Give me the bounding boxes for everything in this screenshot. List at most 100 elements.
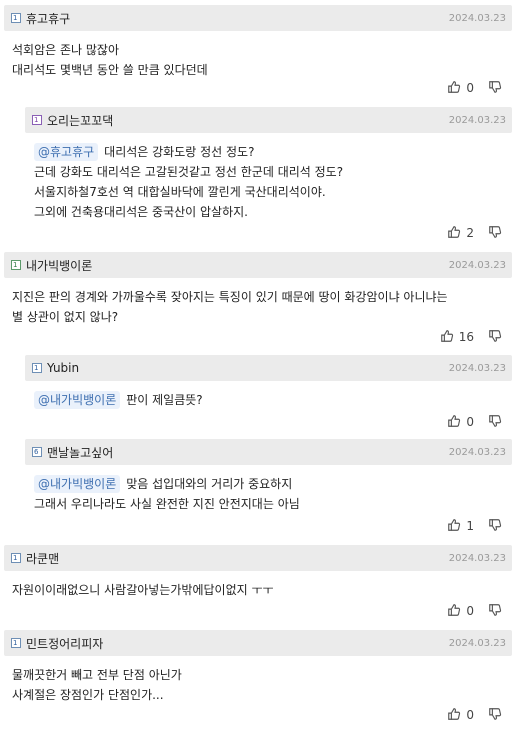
thumbs-down-icon	[488, 518, 502, 535]
thumbs-down-icon	[488, 329, 502, 346]
mention-link[interactable]: @휴고휴구	[34, 143, 99, 161]
like-count: 0	[466, 415, 474, 429]
dislike-button[interactable]	[488, 603, 502, 620]
comment-header: 1 라쿤맨 2024.03.23	[4, 545, 512, 571]
comment-text: 판이 제일큼뜻?	[126, 393, 203, 407]
level-number: 1	[34, 116, 39, 124]
like-button[interactable]: 0	[447, 80, 488, 97]
comment-line: 서울지하철7호선 역 대합실바닥에 깔린게 국산대리석이야.	[34, 185, 326, 199]
dislike-button[interactable]	[488, 329, 502, 346]
thumbs-up-icon	[447, 225, 461, 242]
comment-actions: 0	[447, 76, 512, 100]
level-number: 1	[13, 639, 18, 647]
comment-line: 지진은 판의 경계와 가까울수록 잦아지는 특징이 있기 때문에 땅이 화강암이…	[12, 290, 448, 304]
comment: 1 민트정어리피자 2024.03.23 물깨끗한거 빼고 전부 단점 아닌가사계절은…	[4, 630, 512, 722]
comment-body: 지진은 판의 경계와 가까울수록 잦아지는 특징이 있기 때문에 땅이 화강암이…	[4, 278, 512, 327]
author-nickname[interactable]: 맨날놀고싶어	[47, 444, 113, 461]
level-badge-icon: 1	[11, 13, 21, 23]
comment-actions: 16	[440, 325, 512, 349]
author-nickname[interactable]: 휴고휴구	[26, 10, 70, 27]
author-nickname[interactable]: 오리는꼬꼬댁	[47, 112, 113, 129]
like-button[interactable]: 0	[447, 414, 488, 431]
like-button[interactable]: 16	[440, 329, 488, 346]
comment-header: 1 내가빅뱅이론 2024.03.23	[4, 252, 512, 278]
comment-date: 2024.03.23	[448, 446, 506, 458]
comment-header: 1 오리는꼬꼬댁 2024.03.23	[25, 107, 512, 133]
comment-header: 6 맨날놀고싶어 2024.03.23	[25, 439, 512, 465]
dislike-button[interactable]	[488, 80, 502, 97]
comment-line: 근데 강화도 대리석은 고갈된것같고 정선 한군데 대리석 정도?	[34, 165, 344, 179]
comment-date: 2024.03.23	[448, 637, 506, 649]
comment: 1 내가빅뱅이론 2024.03.23 지진은 판의 경계와 가까울수록 잦아지는 특…	[4, 252, 512, 344]
level-badge-icon: 1	[11, 260, 21, 270]
like-button[interactable]: 1	[447, 518, 488, 535]
reply-comment: 1 오리는꼬꼬댁 2024.03.23 @휴고휴구 대리석은 강화도랑 정선 정도? 근데…	[25, 107, 512, 240]
comment-actions: 0	[447, 599, 512, 623]
reply-comment: 6 맨날놀고싶어 2024.03.23 @내가빅뱅이론 맞음 섭입대와의 거리가 중요하…	[25, 439, 512, 533]
level-badge-icon: 1	[11, 553, 21, 563]
like-count: 2	[466, 226, 474, 240]
thumbs-down-icon	[488, 80, 502, 97]
level-badge-icon: 1	[11, 638, 21, 648]
comment-text: 대리석은 강화도랑 정선 정도?	[104, 145, 255, 159]
comment-line: 그래서 우리나라도 사실 완전한 지진 안전지대는 아님	[34, 497, 300, 511]
level-badge-icon: 1	[32, 363, 42, 373]
dislike-button[interactable]	[488, 707, 502, 724]
comment-header: 1 휴고휴구 2024.03.23	[4, 5, 512, 31]
level-number: 1	[13, 554, 18, 562]
comment-date: 2024.03.23	[448, 362, 506, 374]
comment-header: 1 Yubin 2024.03.23	[25, 355, 512, 381]
comment-actions: 1	[447, 514, 512, 538]
author-nickname[interactable]: 민트정어리피자	[26, 635, 103, 652]
author-nickname[interactable]: Yubin	[47, 361, 79, 375]
like-button[interactable]: 0	[447, 707, 488, 724]
thumbs-up-icon	[447, 414, 461, 431]
thumbs-up-icon	[440, 329, 454, 346]
comment-line: 사계절은 장점인가 단점인가...	[12, 688, 164, 702]
comment-line: @휴고휴구 대리석은 강화도랑 정선 정도?	[34, 142, 500, 162]
comment-line: 별 상관이 없지 않나?	[12, 310, 119, 324]
author-nickname[interactable]: 내가빅뱅이론	[26, 257, 92, 274]
thumbs-up-icon	[447, 80, 461, 97]
comment-date: 2024.03.23	[448, 114, 506, 126]
comment: 1 휴고휴구 2024.03.23 석회암은 존나 많잖아 대리석도 몇백년 동안 쓸 …	[4, 5, 512, 95]
dislike-button[interactable]	[488, 225, 502, 242]
comment-body: @내가빅뱅이론 맞음 섭입대와의 거리가 중요하지그래서 우리나라도 사실 완전한…	[25, 465, 512, 514]
thumbs-down-icon	[488, 414, 502, 431]
mention-link[interactable]: @내가빅뱅이론	[34, 475, 121, 493]
comment-line: 물깨끗한거 빼고 전부 단점 아닌가	[12, 668, 182, 682]
comment: 1 라쿤맨 2024.03.23 자원이이래없으니 사람갈아넣는가밖에답이없지 ㅜㅜ 0	[4, 545, 512, 618]
like-button[interactable]: 0	[447, 603, 488, 620]
thumbs-down-icon	[488, 603, 502, 620]
thumbs-down-icon	[488, 707, 502, 724]
comment-date: 2024.03.23	[448, 552, 506, 564]
like-count: 1	[466, 519, 474, 533]
level-number: 1	[34, 364, 39, 372]
thumbs-up-icon	[447, 707, 461, 724]
like-count: 0	[466, 604, 474, 618]
dislike-button[interactable]	[488, 414, 502, 431]
comment-text: 맞음 섭입대와의 거리가 중요하지	[126, 477, 293, 491]
comment-line: 자원이이래없으니 사람갈아넣는가밖에답이없지 ㅜㅜ	[12, 583, 274, 597]
comment-body: 자원이이래없으니 사람갈아넣는가밖에답이없지 ㅜㅜ	[4, 571, 512, 600]
comment-header: 1 민트정어리피자 2024.03.23	[4, 630, 512, 656]
comment-actions: 0	[447, 410, 512, 434]
reply-comment: 1 Yubin 2024.03.23 @내가빅뱅이론 판이 제일큼뜻? 0	[25, 355, 512, 429]
author-nickname[interactable]: 라쿤맨	[26, 550, 59, 567]
thumbs-down-icon	[488, 225, 502, 242]
dislike-button[interactable]	[488, 518, 502, 535]
comment-line: @내가빅뱅이론 판이 제일큼뜻?	[34, 390, 500, 410]
comment-line: @내가빅뱅이론 맞음 섭입대와의 거리가 중요하지	[34, 474, 500, 494]
comment-body: @휴고휴구 대리석은 강화도랑 정선 정도? 근데 강화도 대리석은 고갈된것같고 …	[25, 133, 512, 222]
comment-actions: 0	[447, 703, 512, 727]
level-number: 1	[13, 14, 18, 22]
thumbs-up-icon	[447, 603, 461, 620]
level-badge-icon: 1	[32, 115, 42, 125]
comment-date: 2024.03.23	[448, 259, 506, 271]
like-button[interactable]: 2	[447, 225, 488, 242]
comment-body: 물깨끗한거 빼고 전부 단점 아닌가사계절은 장점인가 단점인가...	[4, 656, 512, 705]
comment-line: 대리석도 몇백년 동안 쓸 만큼 있다던데	[12, 63, 208, 77]
mention-link[interactable]: @내가빅뱅이론	[34, 391, 121, 409]
comment-line: 석회암은 존나 많잖아	[12, 43, 119, 57]
level-number: 1	[13, 261, 18, 269]
